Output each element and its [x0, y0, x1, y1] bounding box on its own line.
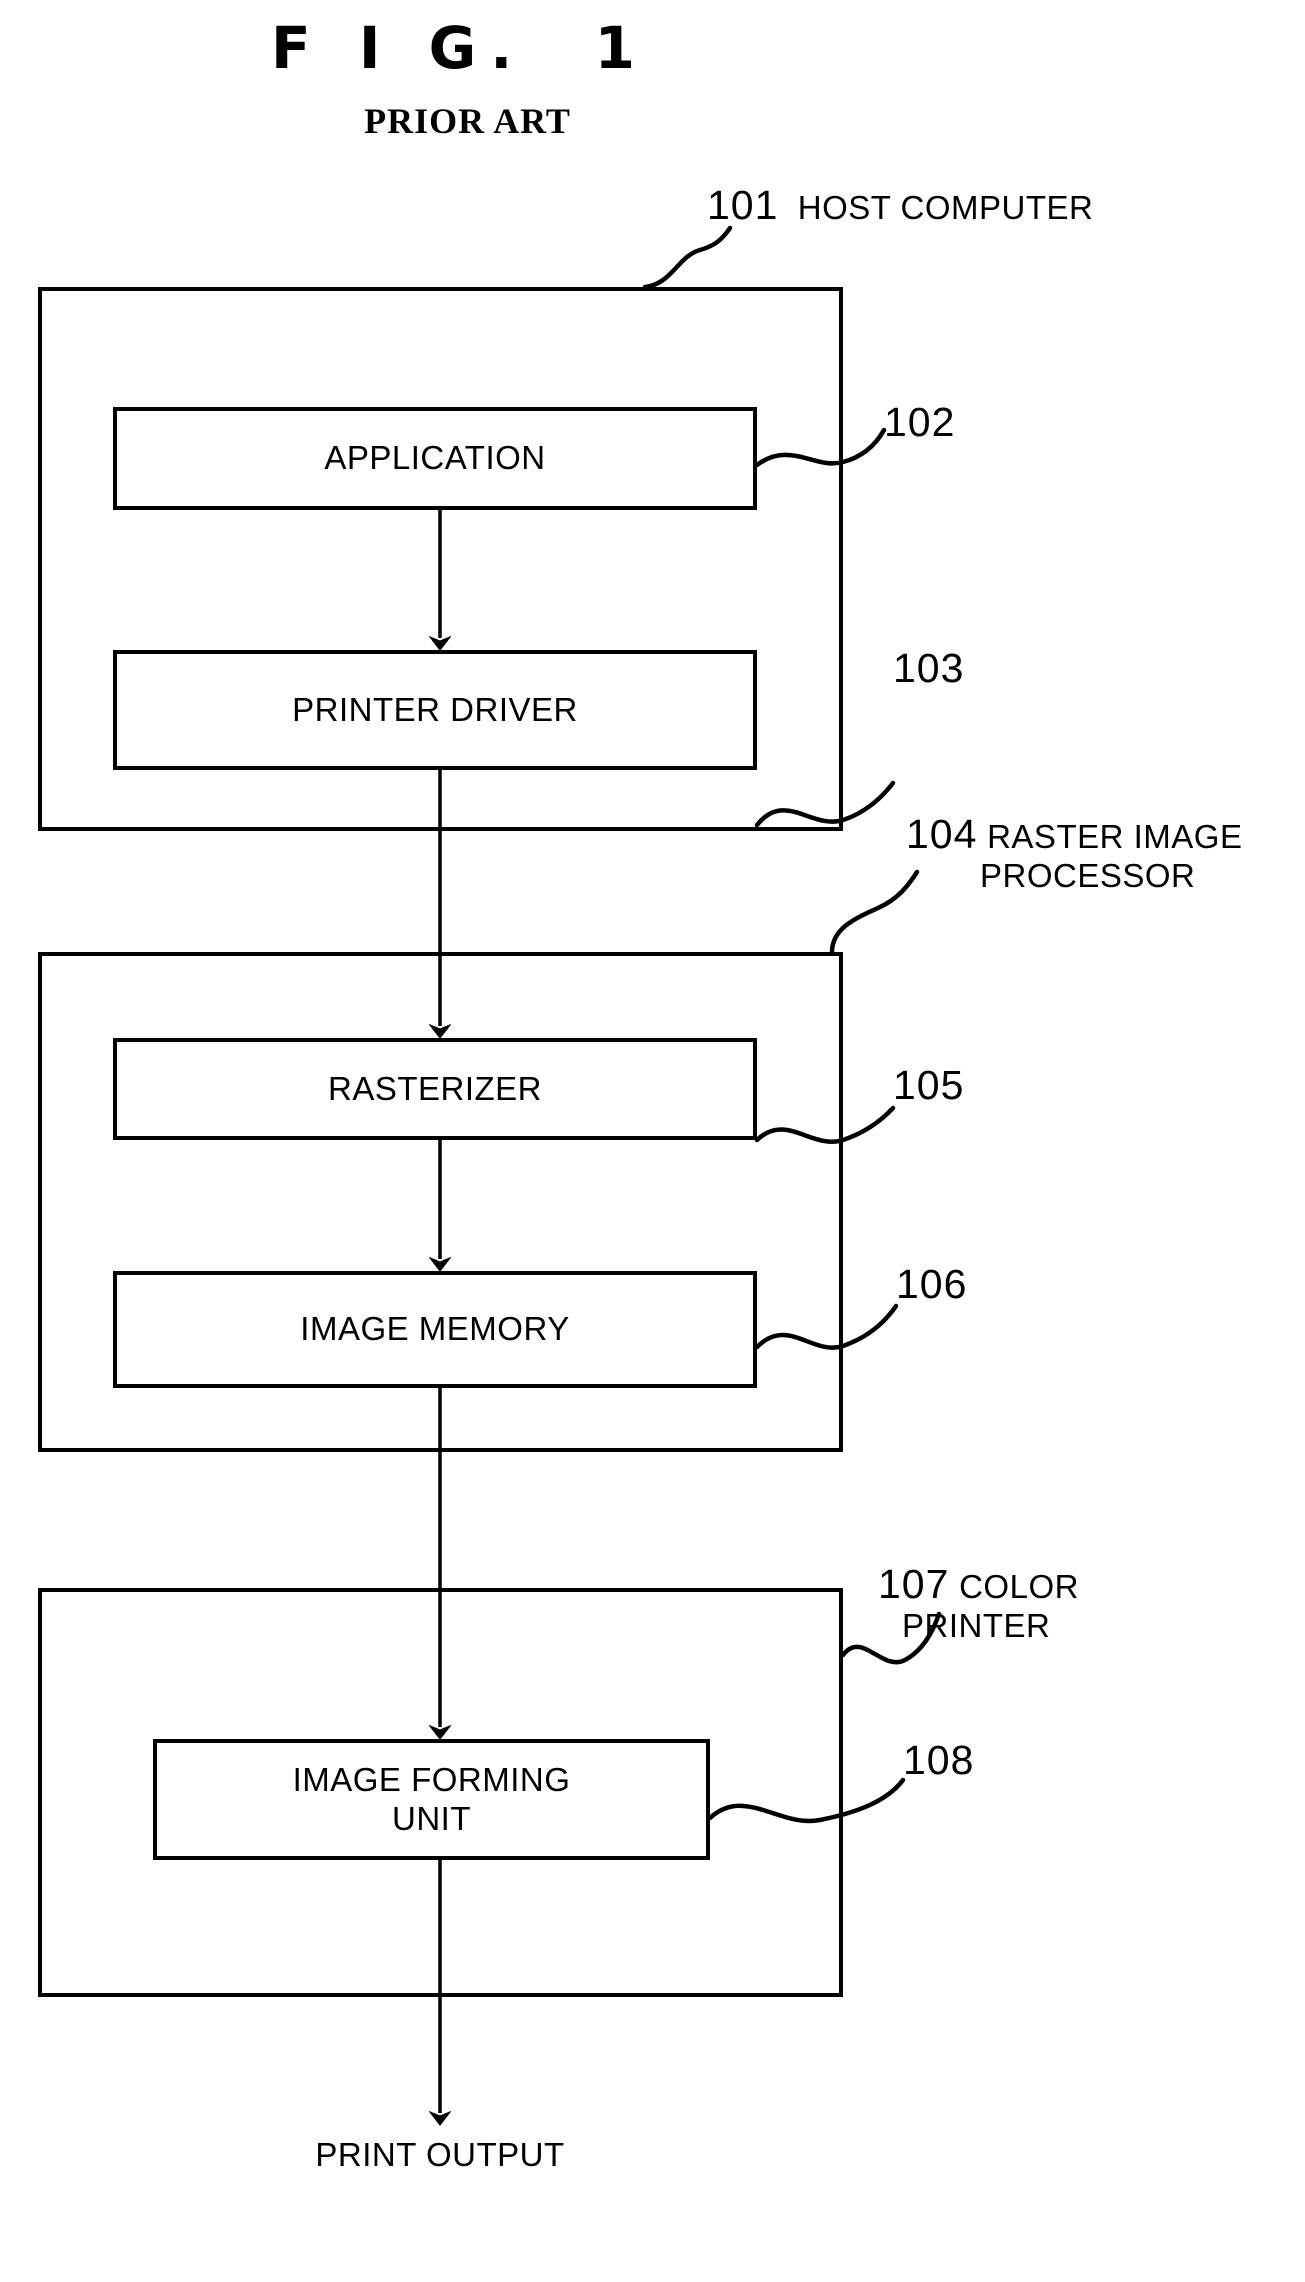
- ref-name-101: HOST COMPUTER: [797, 189, 1094, 226]
- ref-label-107: 107 COLOR PRINTER: [878, 1561, 1079, 1645]
- ref-label-103: 103: [893, 646, 964, 690]
- block-rasterizer-label: RASTERIZER: [327, 1069, 543, 1107]
- ref-label-108: 108: [903, 1738, 974, 1782]
- block-image-forming-unit: IMAGE FORMING UNIT: [153, 1739, 710, 1860]
- ref-number-107: 107: [878, 1561, 950, 1607]
- ref-label-102: 102: [884, 400, 955, 444]
- print-output-label: PRINT OUTPUT: [315, 2136, 565, 2173]
- leader-line-104: [829, 869, 920, 955]
- ref-number-108: 108: [903, 1737, 975, 1783]
- block-image-memory: IMAGE MEMORY: [113, 1271, 757, 1388]
- ref-number-101: 101: [707, 182, 779, 228]
- block-application-label: APPLICATION: [324, 439, 546, 477]
- leader-line-101: [642, 225, 733, 290]
- ref-label-104: 104 RASTER IMAGE PROCESSOR: [906, 811, 1243, 895]
- block-printer-driver-label: PRINTER DRIVER: [292, 690, 578, 728]
- ref-number-105: 105: [893, 1062, 965, 1108]
- ref-name-107-line1: COLOR: [959, 1568, 1079, 1605]
- ref-name-104-line1: RASTER IMAGE: [987, 818, 1243, 855]
- block-printer-driver: PRINTER DRIVER: [113, 650, 757, 770]
- ref-number-106: 106: [896, 1261, 968, 1307]
- ref-number-104: 104: [906, 811, 978, 857]
- ref-spacer-107: [949, 1568, 959, 1605]
- ref-label-106: 106: [896, 1262, 967, 1306]
- ref-label-101: 101 HOST COMPUTER: [707, 183, 1093, 227]
- block-rasterizer: RASTERIZER: [113, 1038, 757, 1140]
- ref-spacer-104: [977, 818, 987, 855]
- ref-label-105: 105: [893, 1063, 964, 1107]
- block-image-memory-label: IMAGE MEMORY: [300, 1310, 570, 1348]
- figure-title: F I G. 1: [271, 14, 649, 82]
- ref-text-101: [778, 189, 797, 226]
- ref-number-102: 102: [884, 399, 956, 445]
- block-image-forming-unit-label: IMAGE FORMING UNIT: [292, 1760, 571, 1837]
- patent-figure-page: F I G. 1 PRIOR ART APPLICATION PRINTER D…: [0, 0, 1305, 2282]
- ref-name-104-line2: PROCESSOR: [980, 856, 1196, 894]
- figure-subtitle-prior-art: PRIOR ART: [364, 101, 571, 141]
- block-application: APPLICATION: [113, 407, 757, 510]
- ref-name-107-line2: PRINTER: [902, 1606, 1051, 1644]
- ref-number-103: 103: [893, 645, 965, 691]
